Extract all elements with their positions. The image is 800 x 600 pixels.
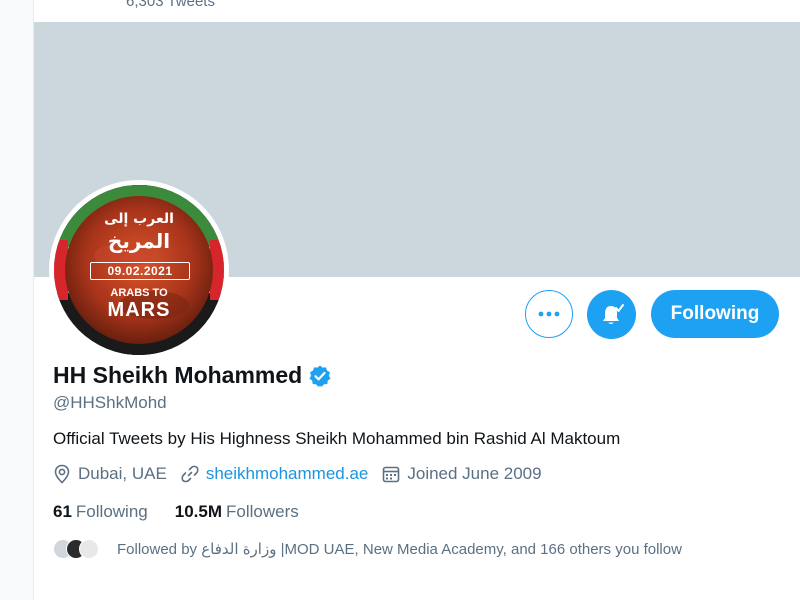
notification-bell-icon — [602, 303, 624, 324]
followers-label: Followers — [225, 502, 299, 521]
avatar — [79, 539, 99, 559]
more-options-button[interactable] — [525, 290, 573, 338]
mutual-follower-avatars — [53, 539, 105, 559]
following-label: Following — [75, 502, 148, 521]
profile-name-row: HH Sheikh Mohammed — [53, 362, 332, 389]
tweet-count: 6,303 Tweets — [126, 0, 215, 10]
profile-column: 6,303 Tweets العرب إلى المريخ 09.02.2021… — [33, 0, 800, 600]
following-stat-link[interactable]: 61 Following — [53, 502, 148, 522]
followers-stat-link[interactable]: 10.5M Followers — [175, 502, 299, 522]
location-text: Dubai, UAE — [78, 464, 167, 483]
website-link[interactable]: sheikhmohammed.ae — [206, 464, 369, 484]
followers-count: 10.5M — [174, 502, 222, 521]
location-pin-icon — [54, 464, 70, 484]
website-item[interactable]: sheikhmohammed.ae — [181, 464, 369, 484]
followed-by-row[interactable]: Followed by وزارة الدفاع |MOD UAE, New M… — [53, 539, 682, 559]
link-icon — [181, 465, 199, 483]
avatar-date: 09.02.2021 — [90, 262, 190, 280]
profile-handle: @HHShkMohd — [53, 393, 167, 412]
location-item: Dubai, UAE — [53, 464, 167, 484]
verified-badge-icon — [308, 364, 332, 388]
calendar-icon — [383, 466, 400, 483]
followed-by-text: Followed by وزارة الدفاع |MOD UAE, New M… — [117, 541, 682, 558]
avatar-arabic-line1: العرب إلى — [104, 211, 174, 227]
avatar-mars: MARS — [107, 299, 171, 321]
joined-item: Joined June 2009 — [382, 464, 542, 484]
profile-bio: Official Tweets by His Highness Sheikh M… — [53, 429, 621, 448]
profile-name: HH Sheikh Mohammed — [53, 362, 303, 388]
profile-header-bar: 6,303 Tweets — [34, 0, 800, 22]
avatar-image: العرب إلى المريخ 09.02.2021 ARABS TO MAR… — [54, 185, 224, 355]
avatar[interactable]: العرب إلى المريخ 09.02.2021 ARABS TO MAR… — [49, 180, 229, 360]
notifications-button[interactable] — [587, 290, 636, 339]
profile-meta: Dubai, UAE sheikhmohammed.ae Joined June… — [53, 464, 556, 484]
avatar-arabic-line2: المريخ — [107, 229, 171, 253]
avatar-arabs-to: ARABS TO — [110, 287, 168, 299]
following-count: 61 — [53, 502, 72, 521]
profile-stats: 61 Following 10.5M Followers — [53, 502, 326, 522]
following-button[interactable]: Following — [651, 290, 779, 338]
more-horizontal-icon — [538, 311, 560, 317]
joined-text: Joined June 2009 — [407, 464, 542, 483]
